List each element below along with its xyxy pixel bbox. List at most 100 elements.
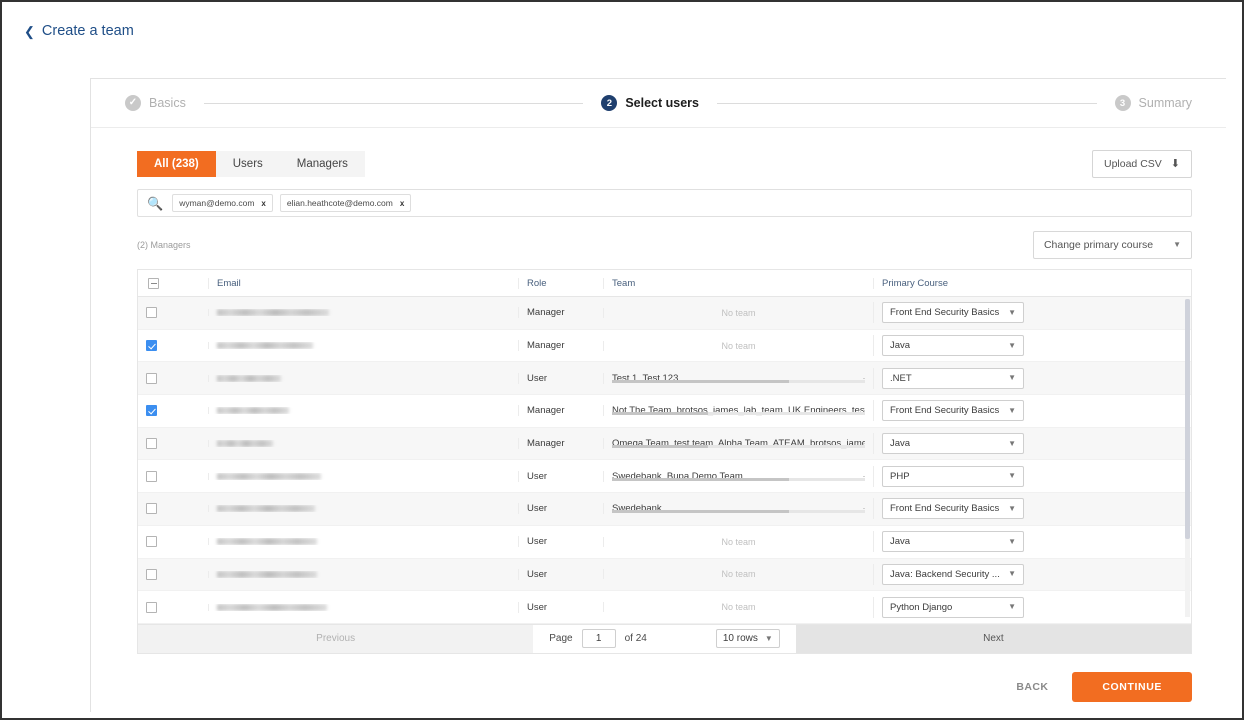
redacted-email [217,538,317,546]
row-select-cell [138,568,208,580]
step-select-users[interactable]: 2 Select users [601,95,699,111]
primary-course-select[interactable]: .NET ▼ [882,367,1024,389]
cell-primary-course: Java ▼ [873,433,1073,455]
team-cell-divider [863,377,865,379]
team-empty-label: No team [721,307,756,318]
row-checkbox[interactable] [146,536,157,548]
row-select-cell [138,372,208,384]
primary-course-value: Front End Security Basics [890,503,1000,515]
primary-course-select[interactable]: Java ▼ [882,335,1024,357]
team-cell-divider [863,475,865,477]
redacted-email [217,342,313,350]
search-box[interactable]: 🔍 wyman@demo.com x elian.heathcote@demo.… [137,189,1192,217]
redacted-email [217,309,329,317]
meta-row: (2) Managers Change primary course ▼ [91,217,1226,259]
primary-course-select[interactable]: Python Django ▼ [882,596,1024,618]
row-checkbox[interactable] [146,470,157,482]
row-checkbox[interactable] [146,438,157,450]
select-all-checkbox[interactable] [148,277,159,289]
primary-course-select[interactable]: Java ▼ [882,531,1024,553]
table-row[interactable]: User No team Java ▼ [138,525,1191,559]
primary-course-value: .NET [890,372,912,384]
team-empty-label: No team [721,536,756,547]
cell-team: No team [603,569,873,580]
page-number-input[interactable] [581,629,616,649]
team-empty-label: No team [721,340,756,351]
back-to-teams-link[interactable]: ❮ Create a team [24,23,134,39]
column-header-email[interactable]: Email [208,277,518,289]
team-horizontal-scrollbar[interactable] [612,510,865,514]
step-basics[interactable]: ✓ Basics [125,95,186,111]
primary-course-select[interactable]: Front End Security Basics ▼ [882,302,1024,324]
row-select-cell [138,438,208,450]
column-header-primary-course[interactable]: Primary Course [873,277,1073,289]
back-button[interactable]: BACK [1010,680,1054,694]
wizard-footer: BACK CONTINUE [91,654,1226,702]
close-icon[interactable]: x [400,199,404,208]
row-checkbox[interactable] [146,503,157,515]
row-checkbox[interactable] [146,340,157,352]
tab-all[interactable]: All (238) [137,151,216,177]
cell-email [208,538,518,546]
search-input[interactable] [420,196,1182,210]
cell-email [208,342,518,350]
table-vertical-scrollbar[interactable] [1185,299,1190,617]
search-chip[interactable]: elian.heathcote@demo.com x [279,194,412,212]
next-page-button[interactable]: Next [795,624,1192,653]
primary-course-select[interactable]: Front End Security Basics ▼ [882,498,1024,520]
step-summary[interactable]: 3 Summary [1114,95,1192,111]
primary-course-select[interactable]: Java: Backend Security ... ▼ [882,563,1024,585]
tab-managers[interactable]: Managers [279,151,365,177]
row-checkbox[interactable] [146,405,157,417]
cell-primary-course: Front End Security Basics ▼ [873,302,1073,324]
previous-page-button[interactable]: Previous [138,624,534,653]
select-all-cell [138,277,208,289]
search-area: 🔍 wyman@demo.com x elian.heathcote@demo.… [91,178,1226,217]
row-checkbox[interactable] [146,307,157,319]
redacted-email [217,374,281,382]
table-row[interactable]: Manager No team Java ▼ [138,329,1191,363]
cell-team: No team [603,307,873,318]
cell-role: User [518,536,603,548]
team-horizontal-scrollbar[interactable] [612,412,865,416]
rows-per-page-select[interactable]: 10 rows ▼ [715,629,780,649]
primary-course-value: Python Django [890,601,953,613]
primary-course-value: Java [890,438,911,450]
rows-per-page-label: 10 rows [722,633,758,645]
primary-course-select[interactable]: Front End Security Basics ▼ [882,400,1024,422]
primary-course-select[interactable]: Java ▼ [882,433,1024,455]
table-row[interactable]: Manager Omega Team, test team, Alpha Team… [138,427,1191,461]
team-cell-divider [863,410,865,412]
column-header-team[interactable]: Team [603,277,873,289]
team-horizontal-scrollbar[interactable] [612,477,865,481]
team-horizontal-scrollbar[interactable] [612,445,865,449]
team-empty-label: No team [721,569,756,580]
tab-users[interactable]: Users [215,151,280,177]
team-horizontal-scrollbar[interactable] [612,379,865,383]
table-row[interactable]: User No team Java: Backend Security ... ▼ [138,558,1191,592]
column-header-role[interactable]: Role [518,277,603,289]
row-select-cell [138,503,208,515]
change-primary-course-button[interactable]: Change primary course ▼ [1032,231,1192,259]
row-checkbox[interactable] [146,372,157,384]
table-row[interactable]: User Test 1, Test 123 .NET ▼ [138,362,1191,396]
row-select-cell [138,601,208,613]
table-row[interactable]: Manager Not The Team, brotsos_james_lab_t… [138,395,1191,428]
cell-email [208,505,518,513]
search-chip[interactable]: wyman@demo.com x [172,194,273,212]
table-row[interactable]: User No team Python Django ▼ [138,591,1191,624]
total-pages-label: of 24 [624,633,647,645]
close-icon[interactable]: x [261,199,265,208]
table-row[interactable]: User Swedebank Front End Security Basics ▼ [138,493,1191,526]
table-row[interactable]: Manager No team Front End Security Basics ▼ [138,297,1191,330]
primary-course-select[interactable]: PHP ▼ [882,465,1024,487]
row-checkbox[interactable] [146,568,157,580]
cell-primary-course: Java ▼ [873,531,1073,553]
row-checkbox[interactable] [146,601,157,613]
upload-csv-button[interactable]: Upload CSV ⬇ [1092,150,1192,178]
cell-primary-course: PHP ▼ [873,465,1073,487]
redacted-email [217,603,327,611]
continue-button[interactable]: CONTINUE [1072,671,1192,702]
table-row[interactable]: User Swedebank, Bupa Demo Team PHP ▼ [138,460,1191,494]
cell-role: User [518,372,603,384]
